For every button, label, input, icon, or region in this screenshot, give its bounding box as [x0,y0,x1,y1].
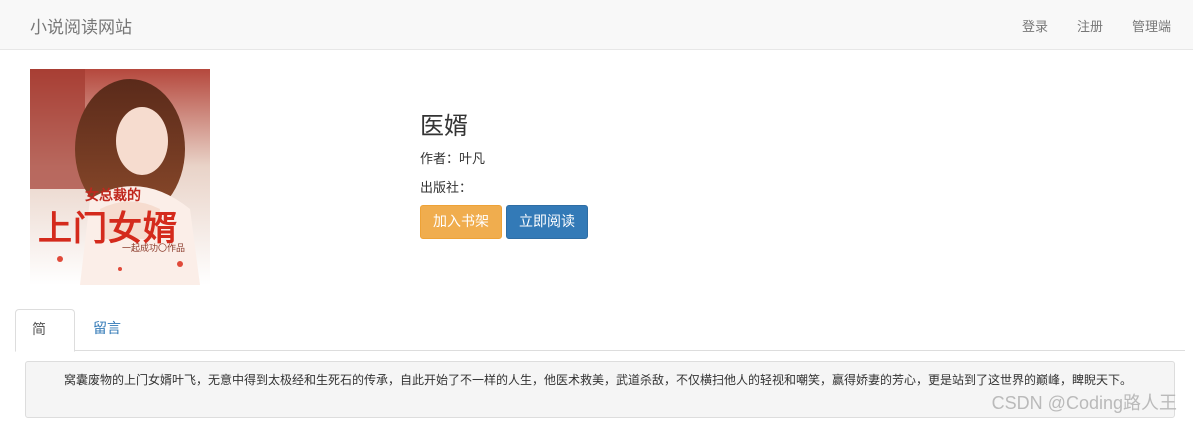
read-now-button[interactable]: 立即阅读 [506,205,588,239]
book-cover-image: 女总裁的 上门女婿 一起成功〇作品 [30,69,210,285]
detail-tabs: 简介 留言 [15,309,1185,378]
book-info: 医婿 作者：叶凡 出版社： 加入书架 立即阅读 [420,106,588,239]
navbar: 小说阅读网站 登录 注册 管理端 [0,0,1193,50]
nav-links: 登录 注册 管理端 [1022,16,1171,35]
tab-comments[interactable]: 留言 [77,309,137,351]
site-brand[interactable]: 小说阅读网站 [30,13,132,38]
add-to-shelf-button[interactable]: 加入书架 [420,205,502,239]
cover-author-credit: 一起成功〇作品 [122,244,186,254]
tab-intro[interactable]: 简介 [15,309,75,378]
book-publisher: 出版社： [420,181,473,196]
book-title: 医婿 [420,112,468,140]
nav-register-link[interactable]: 注册 [1077,16,1103,35]
book-author: 作者：叶凡 [420,152,486,167]
watermark-text: CSDN @Coding路人王 [991,393,1177,413]
nav-login-link[interactable]: 登录 [1022,16,1048,35]
nav-admin-link[interactable]: 管理端 [1132,16,1171,35]
